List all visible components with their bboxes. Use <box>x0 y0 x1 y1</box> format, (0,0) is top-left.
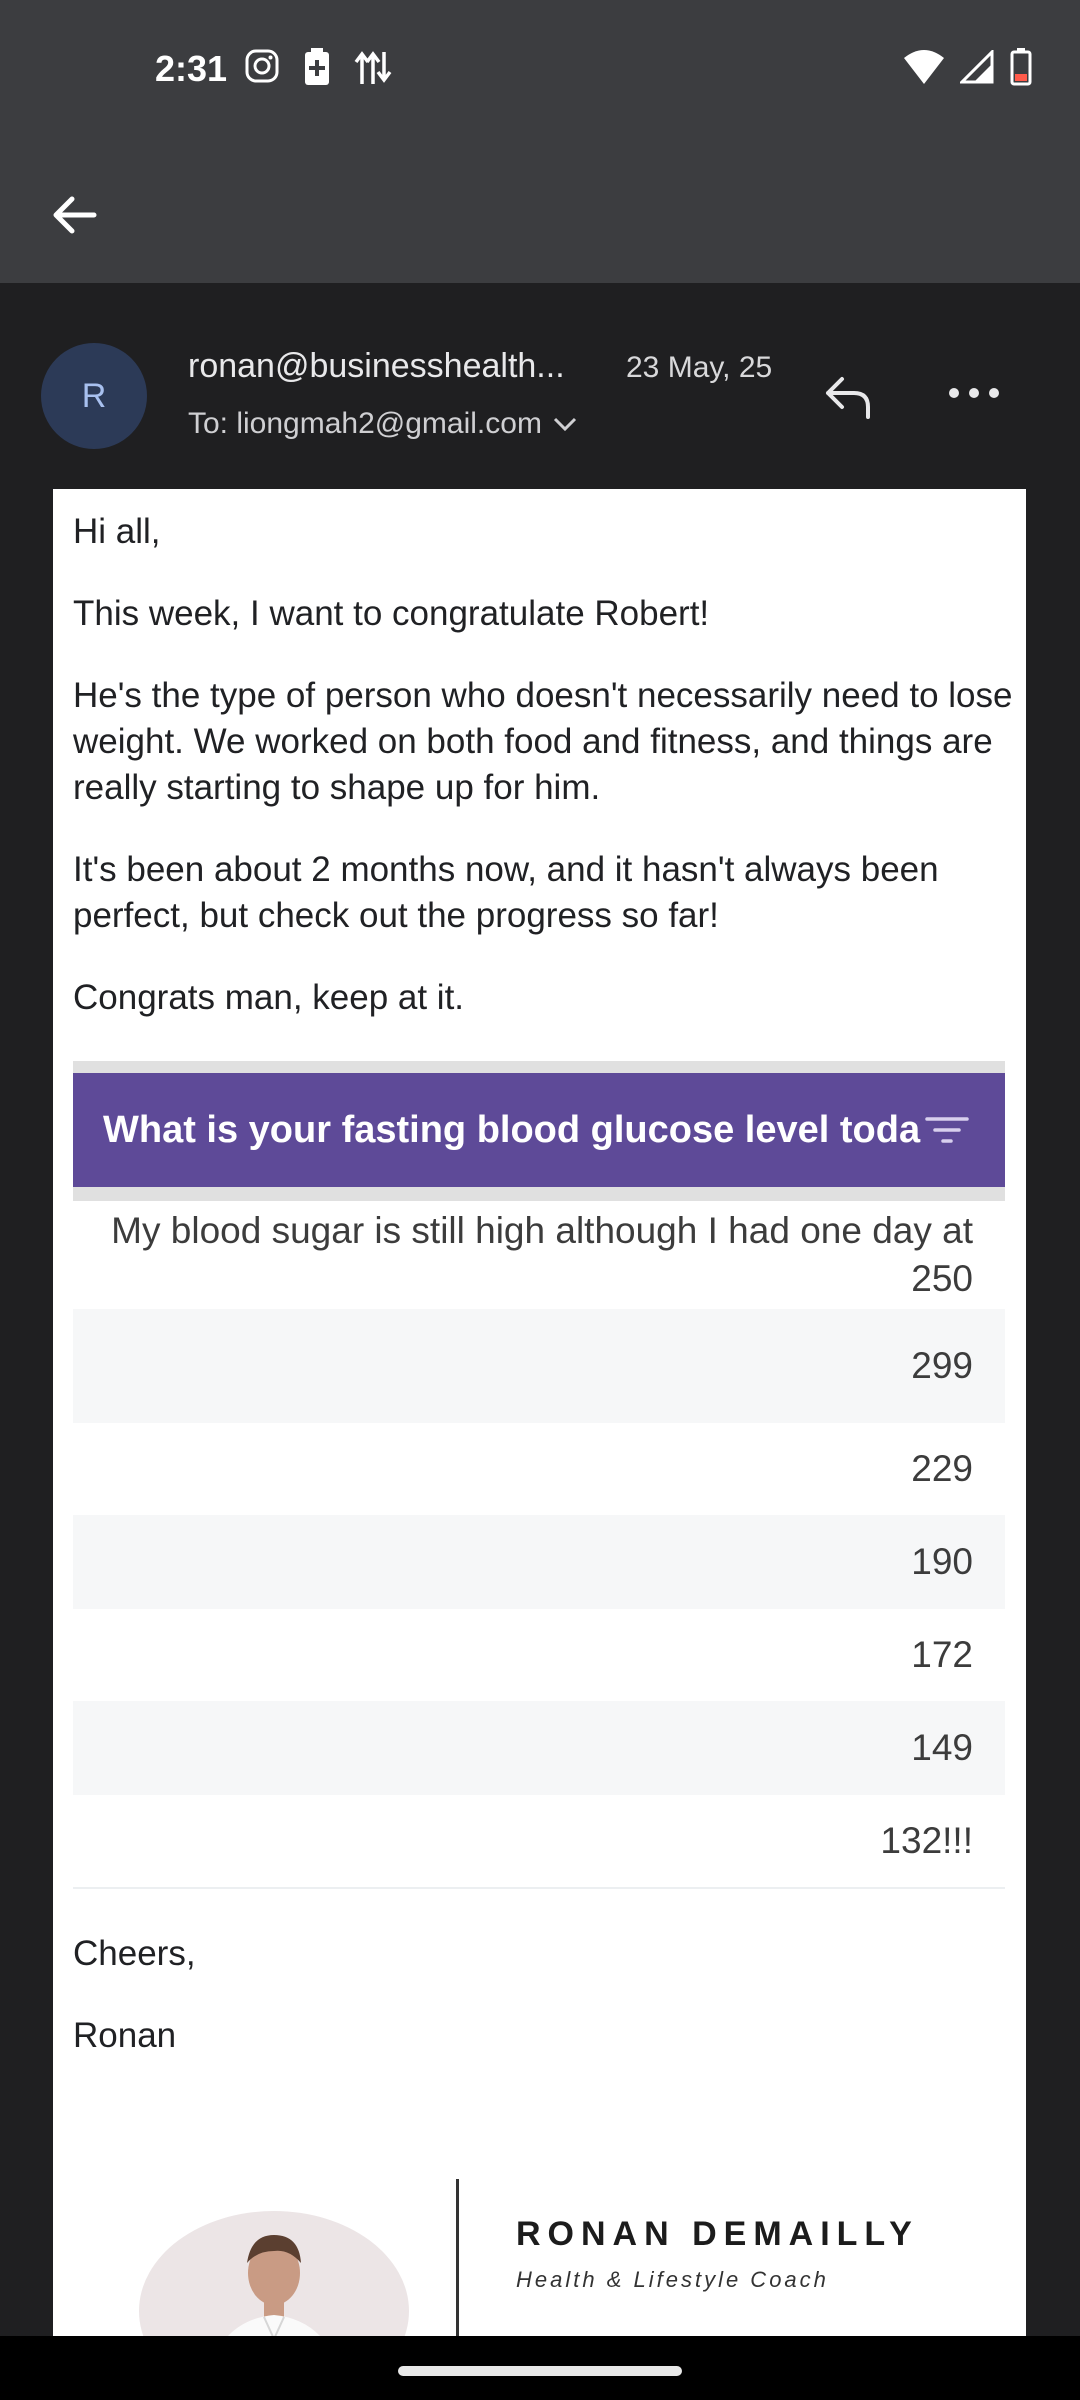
home-gesture-handle[interactable] <box>398 2366 682 2376</box>
body-paragraph-1: This week, I want to congratulate Robert… <box>73 594 710 633</box>
reply-icon[interactable] <box>820 367 880 427</box>
table-row: 132!!! <box>880 1820 973 1861</box>
signature-name: RONAN DEMAILLY <box>516 2215 919 2253</box>
table-row: 299 <box>73 1309 1005 1423</box>
cell-signal-icon <box>960 50 994 84</box>
table-header: What is your fasting blood glucose level… <box>73 1061 1005 1201</box>
person-photo-icon <box>228 2235 320 2336</box>
wifi-icon <box>904 50 944 84</box>
email-header: R ronan@businesshealth... 23 May, 25 To:… <box>0 283 1080 488</box>
table-bottom-divider <box>73 1887 1005 1889</box>
recipient-line[interactable]: To: liongmah2@gmail.com <box>188 407 578 441</box>
email-date: 23 May, 25 <box>626 351 773 384</box>
data-transfer-icon <box>354 51 392 84</box>
status-time: 2:31 <box>155 48 228 89</box>
table-row: 149 <box>73 1701 1005 1795</box>
signature-title: Health & Lifestyle Coach <box>516 2267 829 2292</box>
email-body: Hi all, This week, I want to congratulat… <box>53 489 1026 2336</box>
table-row: My blood sugar is still high although I … <box>111 1210 973 1299</box>
email-signature: RONAN DEMAILLY Health & Lifestyle Coach <box>53 2179 1026 2336</box>
filter-icon <box>925 1117 969 1143</box>
greeting: Hi all, <box>73 512 161 551</box>
battery-icon <box>1010 48 1032 86</box>
signature-divider <box>456 2179 459 2336</box>
body-paragraph-3: It's been about 2 months now, and it has… <box>73 850 939 935</box>
body-paragraph-2: He's the type of person who doesn't nece… <box>73 676 1013 807</box>
app-bar <box>0 140 1080 283</box>
chevron-down-icon[interactable] <box>552 415 578 433</box>
table-header-text: What is your fasting blood glucose level… <box>103 1108 921 1151</box>
avatar[interactable]: R <box>41 343 147 449</box>
sender-address[interactable]: ronan@businesshealth... <box>188 347 565 386</box>
recipient-text: To: liongmah2@gmail.com <box>188 407 542 440</box>
table-row: 229 <box>911 1448 973 1489</box>
table-row: 172 <box>911 1634 973 1675</box>
body-paragraph-4: Congrats man, keep at it. <box>73 978 465 1017</box>
navigation-bar <box>0 2336 1080 2400</box>
battery-saver-icon <box>305 48 329 85</box>
closing-cheers: Cheers, <box>73 1934 196 1973</box>
more-options-icon[interactable] <box>944 373 1004 413</box>
signature-photo <box>139 2211 409 2336</box>
status-bar: 2:31 <box>0 0 1080 140</box>
back-arrow-icon[interactable] <box>44 185 104 245</box>
closing-name: Ronan <box>73 2016 177 2055</box>
table-row: 190 <box>73 1515 1005 1609</box>
instagram-icon <box>245 49 279 83</box>
